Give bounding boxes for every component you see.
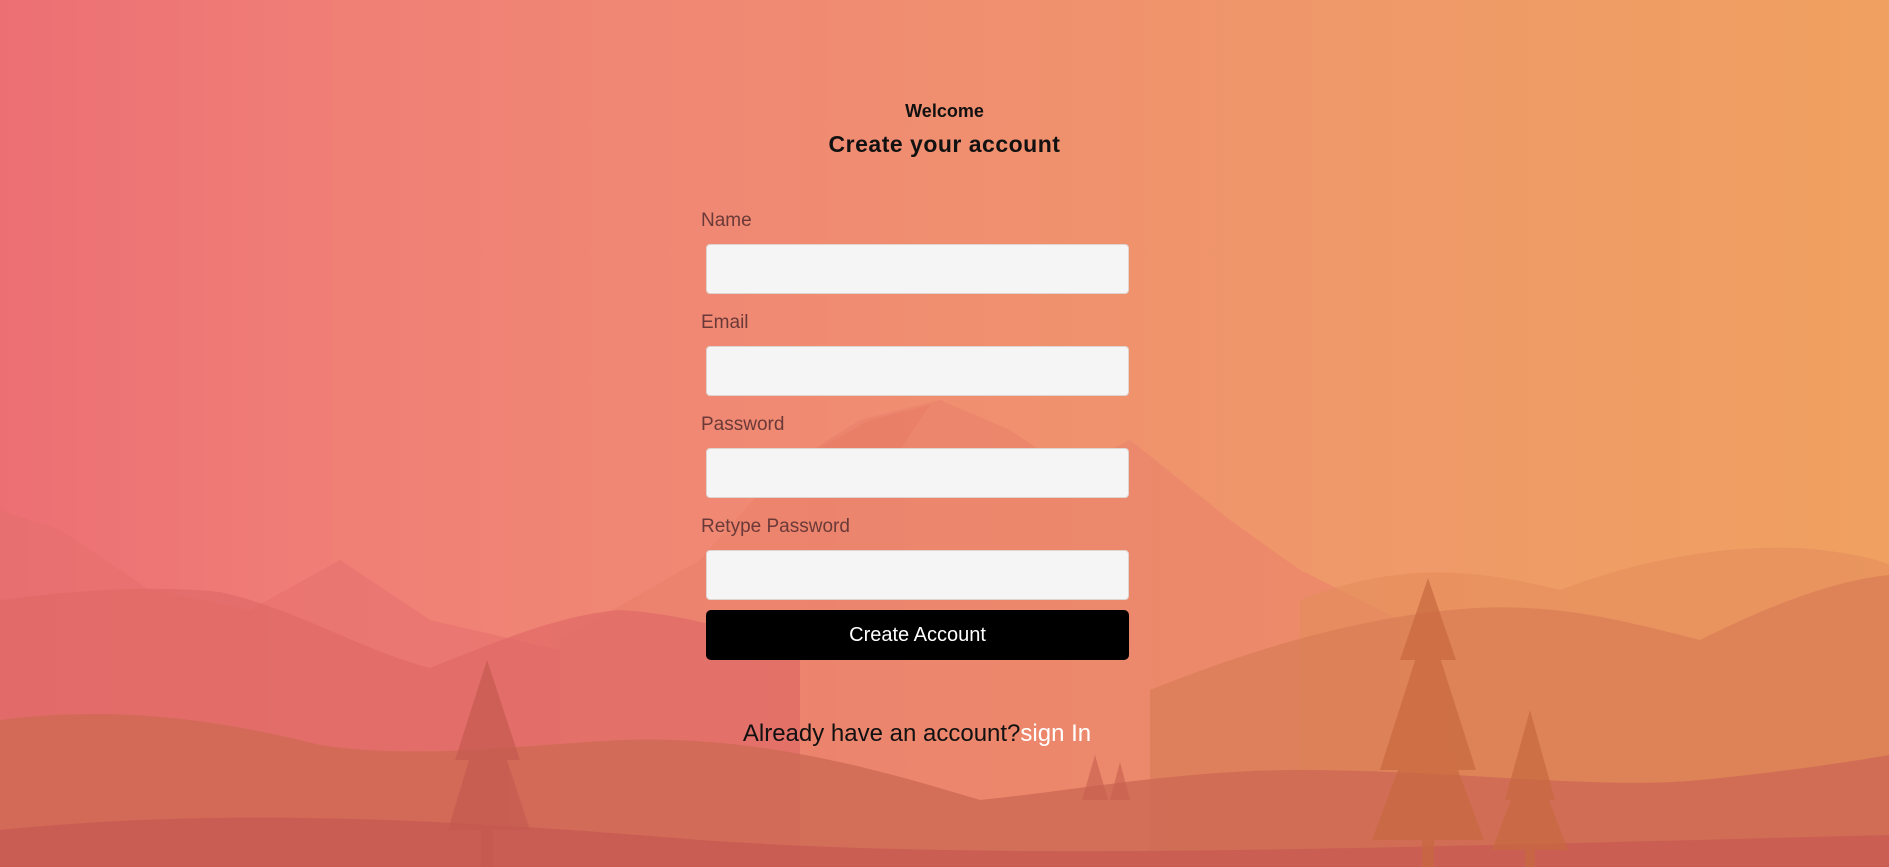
email-label: Email [701, 312, 749, 333]
password-label: Password [701, 414, 785, 435]
name-label: Name [701, 210, 752, 231]
signup-form: Name Email Password Retype Password Crea… [701, 208, 1131, 660]
name-input[interactable] [706, 244, 1129, 294]
signin-prompt-row: Already have an account?sign In [0, 720, 1834, 748]
signin-link[interactable]: sign In [1020, 720, 1091, 747]
password-input[interactable] [706, 448, 1129, 498]
signin-prompt-text: Already have an account? [742, 720, 1021, 747]
page-title: Create your account [828, 131, 1061, 157]
email-field-group: Email [701, 310, 1131, 396]
retype-password-label: Retype Password [701, 516, 850, 537]
email-input[interactable] [706, 346, 1129, 396]
retype-password-input[interactable] [706, 550, 1129, 600]
welcome-heading: Welcome [905, 101, 984, 121]
retype-password-field-group: Retype Password [701, 514, 1131, 600]
password-field-group: Password [701, 412, 1131, 498]
name-field-group: Name [701, 208, 1131, 294]
create-account-button[interactable]: Create Account [706, 610, 1129, 660]
